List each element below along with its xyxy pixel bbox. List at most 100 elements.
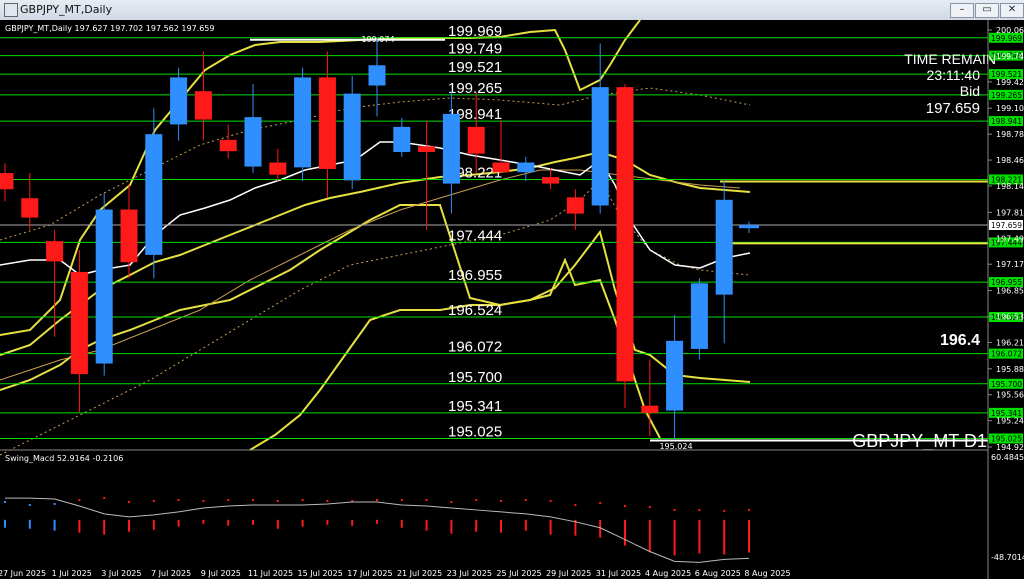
candle-body: [120, 209, 138, 263]
candle-body: [46, 241, 64, 262]
price-tick-label: 195.885: [996, 365, 1024, 374]
candle-body: [170, 77, 188, 125]
time-remain-value: 23:11:40: [927, 67, 981, 83]
candle-body: [294, 77, 312, 168]
macd-signal-dot: [723, 509, 726, 512]
candle-body: [95, 209, 113, 364]
macd-signal-dot: [28, 503, 31, 506]
price-tick-label: 195.245: [996, 417, 1024, 426]
candle-body: [517, 162, 535, 173]
price-tick-label: 196.530: [996, 313, 1024, 322]
time-axis-label: 31 Jul 2025: [596, 569, 641, 578]
level-price-tag-text: 199.265: [991, 91, 1022, 100]
high-annotation: 199.974: [361, 35, 394, 44]
candle-body: [269, 162, 287, 175]
time-axis-label: 3 Jul 2025: [101, 569, 141, 578]
candle-body: [442, 113, 460, 184]
level-label: 196.072: [448, 339, 502, 356]
time-axis-label: 8 Aug 2025: [744, 569, 790, 578]
price-tick-label: 198.780: [996, 130, 1024, 139]
price-tick-label: 194.920: [996, 443, 1024, 452]
level-label: 199.969: [448, 23, 502, 40]
candle-body: [145, 134, 163, 255]
candle-body: [343, 93, 361, 181]
side-price-label: 196.4: [940, 332, 980, 349]
bid-value: 197.659: [926, 100, 980, 117]
candle-body: [0, 173, 14, 190]
chart-background: [0, 20, 1024, 579]
macd-signal-dot: [698, 508, 701, 511]
macd-signal-dot: [673, 508, 676, 511]
price-tick-label: 197.175: [996, 260, 1024, 269]
candle-body: [739, 224, 759, 229]
indicator-scale-top: 60.4845: [991, 453, 1024, 462]
window-title: GBPJPY_MT,Daily: [20, 3, 113, 16]
price-tick-label: 200.065: [996, 26, 1024, 35]
price-tick-label: 198.460: [996, 156, 1024, 165]
price-tick-label: 199.745: [996, 52, 1024, 61]
macd-signal-dot: [425, 499, 428, 502]
candle-body: [368, 65, 386, 86]
time-axis-label: 1 Jul 2025: [52, 569, 92, 578]
macd-signal-dot: [549, 500, 552, 503]
time-axis-label: 21 Jul 2025: [397, 569, 442, 578]
candle-body: [194, 91, 212, 120]
candle-body: [244, 117, 262, 167]
maximize-button[interactable]: ▭: [975, 3, 999, 18]
candle-body: [219, 139, 237, 152]
level-label: 199.265: [448, 80, 502, 97]
time-axis-label: 29 Jul 2025: [546, 569, 591, 578]
candle-body: [666, 340, 684, 411]
price-tick-label: 196.850: [996, 287, 1024, 296]
macd-signal-dot: [624, 504, 626, 507]
level-price-tag-text: 196.072: [991, 350, 1022, 359]
candle-body: [566, 197, 584, 214]
macd-signal-dot: [276, 500, 279, 503]
macd-signal-dot: [648, 505, 651, 508]
macd-signal-dot: [475, 499, 478, 502]
level-label: 195.700: [448, 369, 502, 386]
level-label: 195.025: [448, 423, 502, 440]
time-axis-label: 9 Jul 2025: [201, 569, 241, 578]
macd-signal-dot: [78, 499, 81, 502]
macd-signal-dot: [227, 499, 230, 502]
candle-body: [542, 177, 560, 184]
indicator-scale-bottom: -48.7014: [991, 553, 1024, 562]
candle-body: [21, 198, 39, 218]
candle-body: [467, 126, 485, 154]
level-label: 199.521: [448, 59, 502, 76]
price-tick-label: 199.100: [996, 104, 1024, 113]
price-tick-label: 195.565: [996, 391, 1024, 400]
time-axis-label: 7 Jul 2025: [151, 569, 191, 578]
macd-signal-dot: [524, 499, 527, 502]
current-price-tag-text: 197.659: [991, 221, 1022, 230]
chart-window-icon: [4, 3, 18, 17]
level-price-tag-text: 199.969: [991, 34, 1022, 43]
macd-signal-dot: [301, 499, 304, 502]
macd-signal-dot: [128, 501, 130, 504]
level-label: 196.955: [448, 267, 502, 284]
macd-signal-dot: [53, 503, 56, 506]
chart-info-line: GBPJPY_MT,Daily 197.627 197.702 197.562 …: [5, 24, 214, 33]
candle-body: [492, 162, 510, 173]
time-axis-label: 17 Jul 2025: [347, 569, 392, 578]
minimize-button[interactable]: –: [950, 3, 974, 18]
candle-body: [318, 77, 336, 169]
macd-signal-dot: [326, 500, 329, 503]
candle-body: [418, 146, 436, 152]
macd-signal-dot: [500, 500, 502, 503]
candle-body: [715, 199, 733, 295]
level-price-tag-text: 198.941: [991, 117, 1022, 126]
level-label: 199.749: [448, 41, 502, 58]
macd-signal-dot: [450, 501, 453, 504]
time-axis-label: 27 Jun 2025: [0, 569, 46, 578]
price-tick-label: 198.140: [996, 182, 1024, 191]
price-chart[interactable]: 199.969 199.969199.749 199.749199.521 199.5…: [0, 20, 1024, 579]
close-button[interactable]: ✕: [1000, 3, 1024, 18]
level-label: 197.444: [448, 227, 502, 244]
symbol-watermark: GBPJPY_MT D1: [852, 431, 987, 452]
price-tick-label: 199.425: [996, 78, 1024, 87]
window-title-bar: GBPJPY_MT,Daily – ▭ ✕: [0, 0, 1024, 21]
macd-signal-dot: [4, 501, 6, 504]
time-axis-label: 25 Jul 2025: [496, 569, 541, 578]
